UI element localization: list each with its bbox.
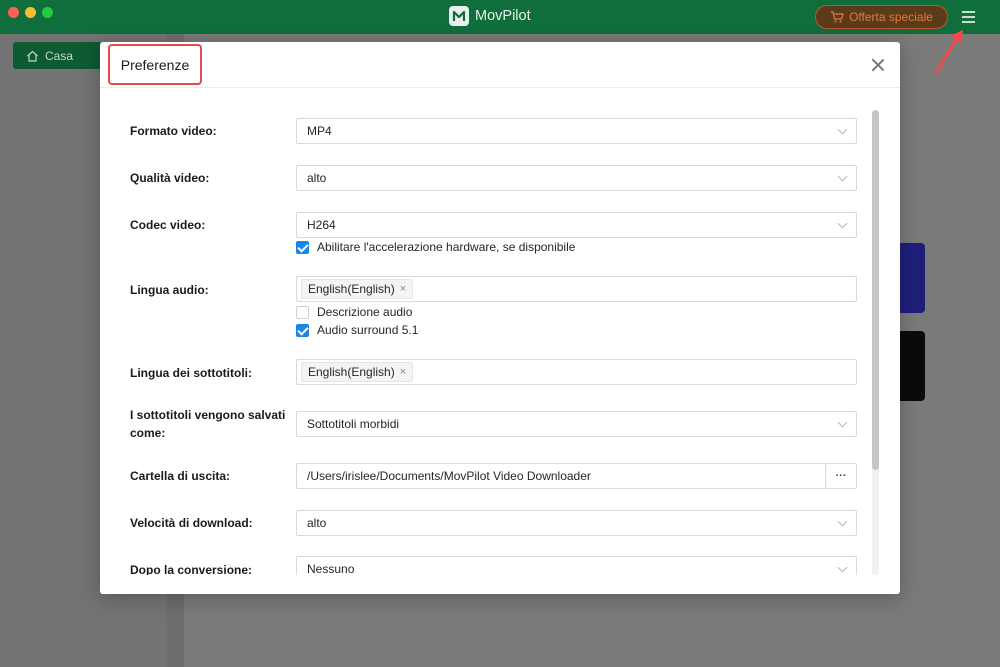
audio-description-option[interactable]: Descrizione audio [296, 304, 412, 320]
surround-option[interactable]: Audio surround 5.1 [296, 322, 418, 338]
video-codec-label: Codec video: [130, 218, 206, 232]
movpilot-logo-icon [449, 6, 469, 26]
window-close-button[interactable] [8, 7, 19, 18]
annotation-arrow [934, 30, 963, 75]
chevron-down-icon [837, 516, 848, 527]
output-folder-row: /Users/irislee/Documents/MovPilot Video … [100, 463, 900, 489]
browse-folder-button[interactable]: ··· [825, 463, 857, 489]
window-minimize-button[interactable] [25, 7, 36, 18]
cart-icon [831, 11, 844, 23]
download-speed-select[interactable]: alto [296, 510, 857, 536]
audio-language-label: Lingua audio: [130, 283, 209, 297]
audio-language-tag[interactable]: English(English) × [301, 279, 414, 299]
preferences-dialog: Preferenze Formato video: MP4 Qualità vi… [100, 42, 900, 594]
special-offer-label: Offerta speciale [849, 10, 933, 24]
chevron-down-icon [837, 124, 848, 135]
scrollbar-thumb[interactable] [872, 110, 879, 470]
subtitle-save-select[interactable]: Sottotitoli morbidi [296, 411, 857, 437]
download-speed-label: Velocità di download: [130, 516, 253, 530]
tag-label: English(English) [308, 282, 395, 296]
special-offer-button[interactable]: Offerta speciale [815, 5, 948, 29]
chevron-down-icon [837, 417, 848, 428]
app-brand: MovPilot [449, 6, 531, 26]
video-format-select[interactable]: MP4 [296, 118, 857, 144]
hamburger-menu-icon[interactable] [962, 11, 976, 23]
surround-checkbox[interactable] [296, 323, 309, 337]
video-format-value: MP4 [307, 124, 332, 138]
audio-description-checkbox[interactable] [296, 305, 309, 319]
subtitle-language-select[interactable]: English(English) × [296, 359, 857, 385]
subtitle-language-label: Lingua dei sottotitoli: [130, 366, 252, 380]
subtitle-save-label: I sottotitoli vengono salvati come: [130, 406, 285, 442]
app-name: MovPilot [475, 8, 531, 24]
dialog-footer-mask [100, 575, 870, 594]
subtitle-save-label-line1: I sottotitoli vengono salvati [130, 408, 286, 422]
subtitle-language-tag[interactable]: English(English) × [301, 362, 414, 382]
download-speed-value: alto [307, 516, 327, 530]
subtitle-save-label-line2: come: [130, 426, 166, 440]
video-format-label: Formato video: [130, 124, 217, 138]
sidebar-item-label: Casa [45, 48, 74, 63]
background-card [896, 331, 925, 401]
video-quality-label: Qualità video: [130, 171, 210, 185]
video-quality-value: alto [307, 171, 327, 185]
hw-accel-option[interactable]: Abilitare l'accelerazione hardware, se d… [296, 239, 575, 255]
sidebar-item-home[interactable]: Casa [13, 42, 103, 69]
subtitle-save-value: Sottotitoli morbidi [307, 417, 400, 431]
dialog-title: Preferenze [108, 44, 202, 85]
title-bar: MovPilot Offerta speciale [0, 0, 1000, 34]
chevron-down-icon [837, 562, 848, 573]
hw-accel-label: Abilitare l'accelerazione hardware, se d… [317, 240, 576, 254]
video-quality-select[interactable]: alto [296, 165, 857, 191]
audio-description-label: Descrizione audio [317, 305, 413, 319]
chevron-down-icon [837, 171, 848, 182]
background-card [896, 243, 925, 313]
video-codec-value: H264 [307, 218, 336, 232]
output-folder-value: /Users/irislee/Documents/MovPilot Video … [307, 469, 591, 483]
after-conversion-value: Nessuno [307, 562, 355, 576]
hw-accel-checkbox[interactable] [296, 240, 309, 254]
chevron-down-icon [837, 218, 848, 229]
tag-remove-icon[interactable]: × [400, 366, 406, 378]
video-codec-select[interactable]: H264 [296, 212, 857, 238]
close-icon[interactable] [870, 57, 886, 73]
tag-remove-icon[interactable]: × [400, 283, 406, 295]
audio-language-select[interactable]: English(English) × [296, 276, 857, 302]
tag-label: English(English) [308, 365, 395, 379]
window-zoom-button[interactable] [42, 7, 53, 18]
surround-label: Audio surround 5.1 [317, 323, 419, 337]
output-folder-input[interactable]: /Users/irislee/Documents/MovPilot Video … [296, 463, 826, 489]
home-icon [27, 50, 38, 62]
dialog-header: Preferenze [100, 42, 900, 88]
dialog-scrollbar[interactable] [872, 110, 879, 575]
